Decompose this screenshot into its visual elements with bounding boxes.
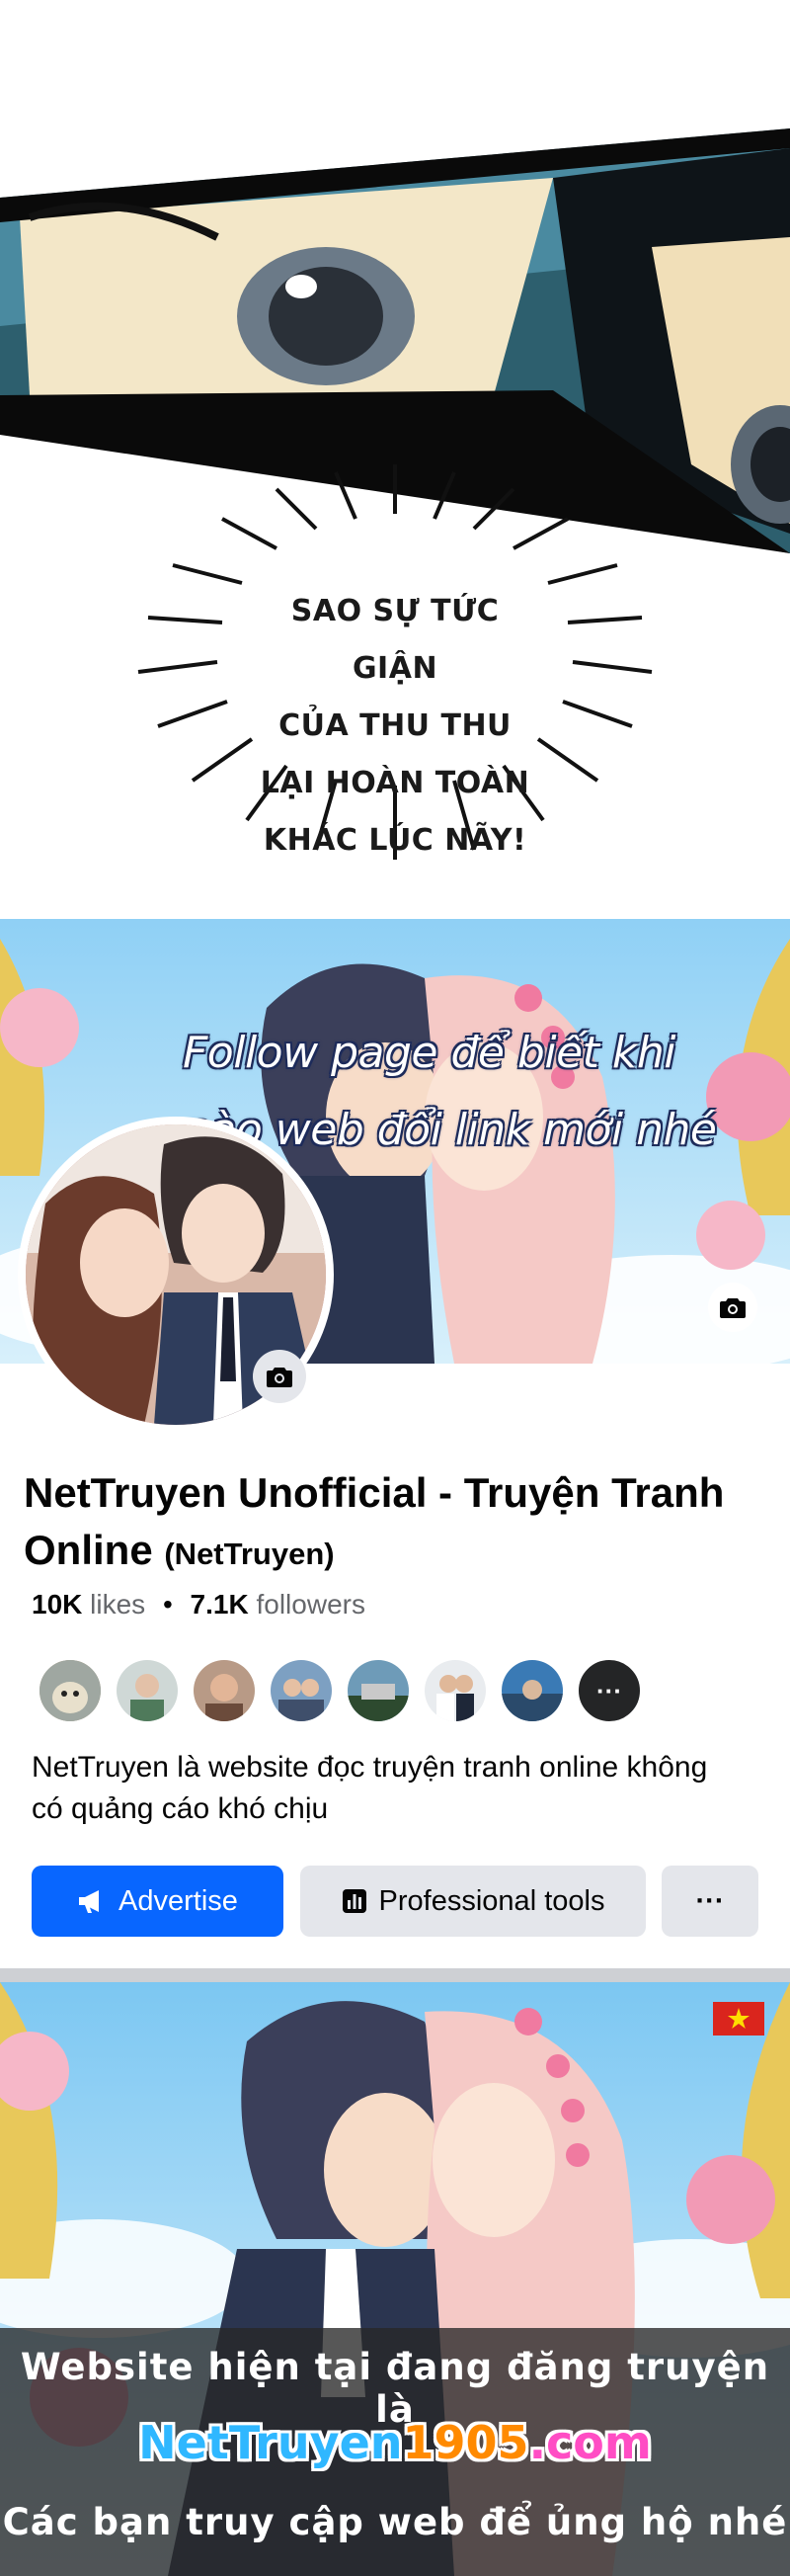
speech-line: KHÁC LÚC NÃY!: [263, 823, 527, 858]
professional-tools-label: Professional tools: [378, 1884, 605, 1917]
more-icon: ···: [596, 1675, 622, 1705]
advertise-button[interactable]: Advertise: [32, 1866, 283, 1937]
site-name-part: .com: [528, 2416, 652, 2469]
promo-banner: Website hiện tại đang đăng truyện là Net…: [0, 1982, 790, 2576]
advertise-label: Advertise: [118, 1884, 238, 1917]
follower-avatar[interactable]: [500, 1658, 565, 1723]
camera-icon[interactable]: [708, 1283, 757, 1332]
section-divider: [0, 1968, 790, 1982]
page-stats: 10K likes • 7.1K followers: [32, 1589, 365, 1620]
page-bio: NetTruyen là website đọc truyện tranh on…: [32, 1751, 708, 1825]
vietnam-flag-icon: [713, 2002, 764, 2036]
follower-avatar[interactable]: [192, 1658, 257, 1723]
likes-count[interactable]: 10K: [32, 1589, 82, 1620]
banner-caption-panel: Website hiện tại đang đăng truyện là Net…: [0, 2328, 790, 2576]
likes-label[interactable]: likes: [90, 1589, 145, 1620]
site-name-part: 1905: [402, 2416, 529, 2469]
more-icon: ···: [695, 1884, 725, 1917]
stats-separator: •: [162, 1589, 173, 1620]
follower-avatar[interactable]: [423, 1658, 488, 1723]
site-name[interactable]: NetTruyen1905.com: [0, 2416, 790, 2469]
followers-count[interactable]: 7.1K: [191, 1589, 249, 1620]
follower-avatar[interactable]: [38, 1658, 103, 1723]
chart-icon: [342, 1889, 366, 1913]
followers-label[interactable]: followers: [256, 1589, 364, 1620]
professional-tools-button[interactable]: Professional tools: [300, 1866, 646, 1937]
page-name-text: NetTruyen Unofficial - Truyện Tranh Onli…: [24, 1469, 725, 1573]
follower-avatar[interactable]: [346, 1658, 411, 1723]
page-title: NetTruyen Unofficial - Truyện Tranh Onli…: [24, 1464, 774, 1583]
banner-line: Các bạn truy cập web để ủng hộ nhé: [2, 2501, 788, 2543]
camera-icon[interactable]: [253, 1350, 306, 1403]
follower-avatar[interactable]: [269, 1658, 334, 1723]
page-handle: (NetTruyen): [164, 1537, 335, 1571]
page-header: Follow page để biết khi nào web đổi link…: [0, 919, 790, 1968]
manga-panel: SAO SỰ TỨC GIẬN CỦA THU THU LẠI HOÀN TOÀ…: [0, 0, 790, 919]
site-name-part: NetTruyen: [138, 2416, 403, 2469]
more-actions-button[interactable]: ···: [662, 1866, 758, 1937]
speech-bubble-text: SAO SỰ TỨC GIẬN CỦA THU THU LẠI HOÀN TOÀ…: [247, 583, 543, 870]
follower-avatar[interactable]: [115, 1658, 180, 1723]
speech-line: SAO SỰ TỨC GIẬN: [290, 594, 500, 686]
cover-caption-line: Follow page để biết khi: [183, 1028, 676, 1078]
megaphone-icon: [79, 1890, 100, 1913]
speech-line: CỦA THU THU LẠI HOÀN TOÀN: [260, 708, 530, 800]
more-followers-button[interactable]: ···: [577, 1658, 642, 1723]
